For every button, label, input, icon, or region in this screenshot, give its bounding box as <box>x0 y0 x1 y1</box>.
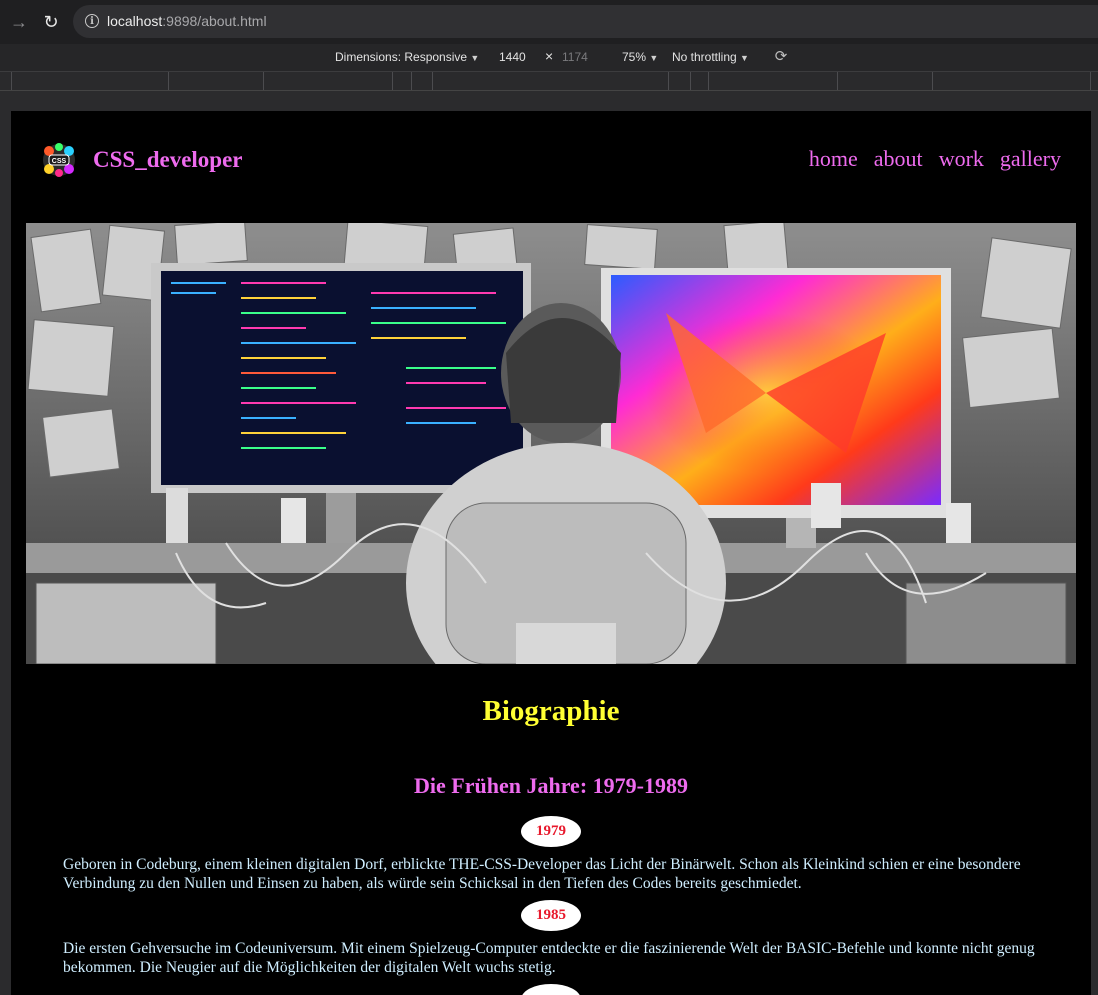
nav-home[interactable]: home <box>809 144 858 174</box>
nav-gallery[interactable]: gallery <box>1000 144 1061 174</box>
year-badge-1985: 1985 <box>521 900 581 931</box>
bio-paragraph-1979: Geboren in Codeburg, einem kleinen digit… <box>63 856 1021 892</box>
hero-image <box>26 223 1076 664</box>
site-logo[interactable]: CSS <box>41 142 77 178</box>
height-input[interactable]: 1174 <box>562 50 588 65</box>
dimensions-label: Dimensions: Responsive <box>335 50 468 64</box>
devtools-device-toolbar: Dimensions: Responsive ▼ 1440 × 1174 75%… <box>0 44 1098 72</box>
page-title: Biographie <box>482 695 620 727</box>
brand-name[interactable]: CSS_developer <box>93 145 243 175</box>
url-text: localhost:9898/about.html <box>107 13 267 30</box>
year-badge-1979: 1979 <box>521 816 581 847</box>
section-title: Die Frühen Jahre: 1979-1989 <box>414 773 688 798</box>
throttling-dropdown[interactable]: No throttling ▼ <box>672 50 749 66</box>
logo-icon: CSS <box>43 143 75 177</box>
zoom-dropdown[interactable]: 75% ▼ <box>622 50 658 66</box>
browser-toolbar: → ↻ i localhost:9898/about.html <box>0 0 1098 44</box>
url-path: :9898/about.html <box>162 13 267 29</box>
nav-about[interactable]: about <box>874 144 923 174</box>
address-bar[interactable]: i localhost:9898/about.html <box>73 5 1098 38</box>
width-input[interactable]: 1440 <box>499 50 526 65</box>
caret-down-icon: ▼ <box>649 53 659 63</box>
caret-down-icon: ▼ <box>470 53 480 63</box>
url-host: localhost <box>107 13 163 29</box>
media-query-ruler <box>0 72 1098 91</box>
times-icon: × <box>545 48 554 64</box>
logo-text: CSS <box>52 158 67 165</box>
throttling-label: No throttling <box>672 50 737 64</box>
nav-work[interactable]: work <box>939 144 984 174</box>
site-info-icon[interactable]: i <box>85 14 99 28</box>
dimensions-dropdown[interactable]: Dimensions: Responsive ▼ <box>335 50 479 66</box>
zoom-label: 75% <box>622 50 647 64</box>
page-viewport: CSS CSS_developer home about work galler… <box>11 111 1091 995</box>
rotate-icon[interactable]: ⟳ <box>772 48 790 66</box>
bio-paragraph-1985: Die ersten Gehversuche im Codeuniversum.… <box>63 940 1035 976</box>
forward-arrow-icon[interactable]: → <box>10 12 28 32</box>
caret-down-icon: ▼ <box>740 53 749 63</box>
year-badge-next <box>521 984 581 995</box>
main-nav: home about work gallery <box>809 144 1061 174</box>
reload-icon[interactable]: ↻ <box>41 12 61 32</box>
